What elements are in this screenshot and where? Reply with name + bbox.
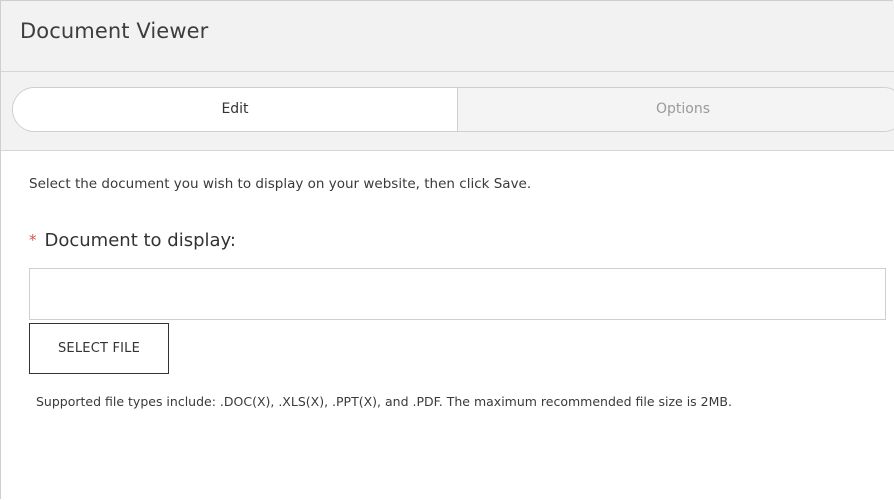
panel-title: Document Viewer [20,19,209,43]
document-viewer-panel: Document Viewer Edit Options Select the … [0,0,894,500]
panel-header: Document Viewer [1,1,894,72]
document-path-input[interactable] [29,268,886,320]
document-field-label-text: Document to display: [44,230,236,251]
document-field-label: * Document to display: [29,230,236,251]
tab-group: Edit Options [12,87,894,132]
required-marker: * [29,231,37,249]
select-file-button[interactable]: SELECT FILE [29,323,169,374]
tab-edit[interactable]: Edit [13,88,458,131]
instruction-text: Select the document you wish to display … [29,176,532,192]
tab-options[interactable]: Options [458,88,894,131]
supported-file-types-note: Supported file types include: .DOC(X), .… [36,394,732,409]
edit-content: Select the document you wish to display … [1,151,894,500]
tabs-bar: Edit Options [1,72,894,151]
